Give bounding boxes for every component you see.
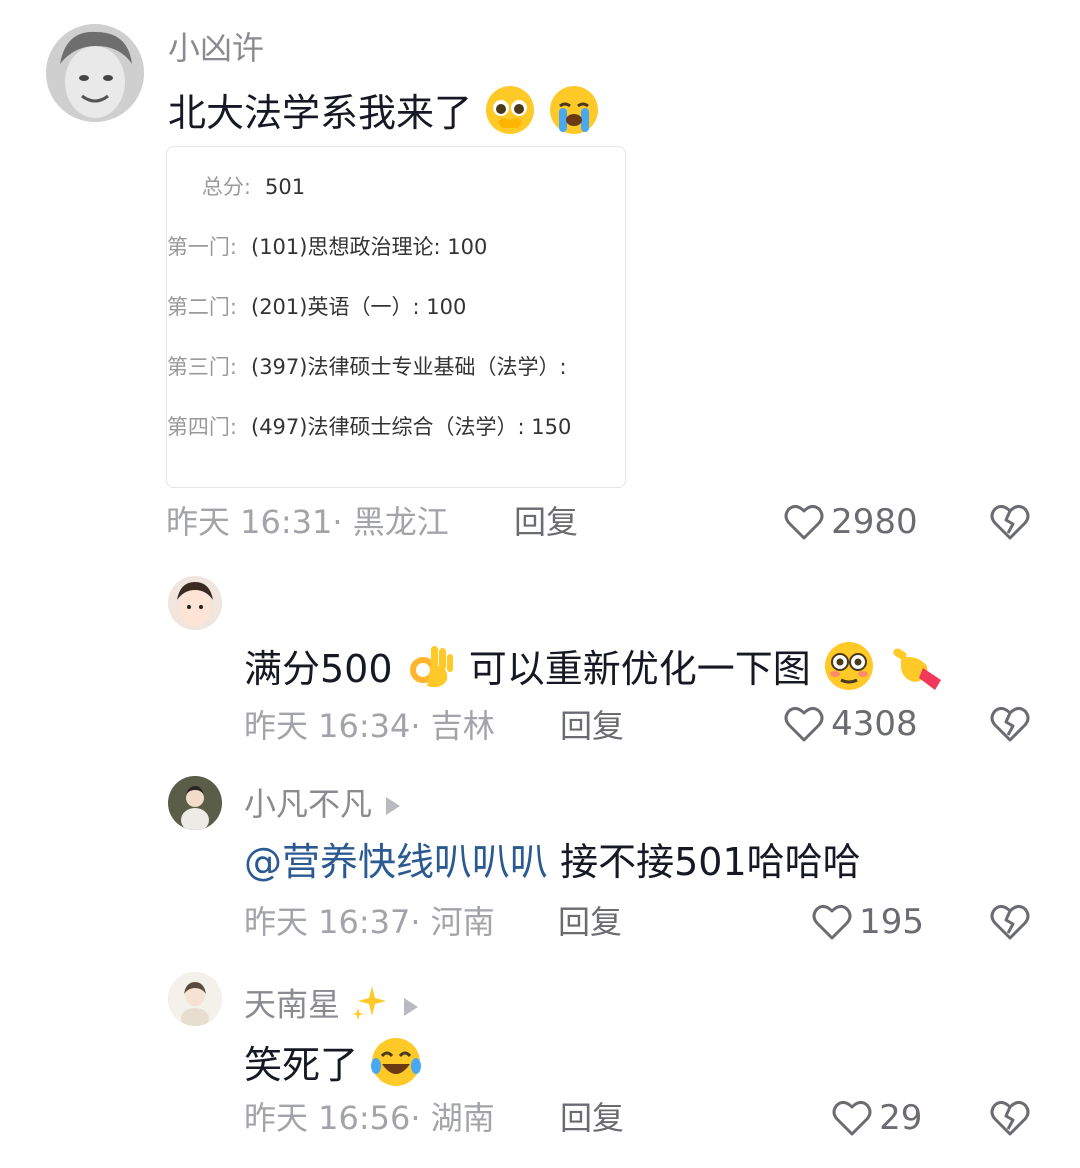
mention-link[interactable]: @营养快线叭叭叭: [244, 840, 548, 884]
broken-heart-icon: [990, 904, 1030, 940]
comment-text: 笑死了: [244, 1036, 422, 1099]
crying-face-icon: [548, 84, 600, 147]
like-button[interactable]: 195: [810, 900, 924, 944]
tears-of-joy-icon: [370, 1036, 422, 1099]
score-row: 第三门: (397)法律硕士专业基础（法学）:: [166, 355, 567, 379]
score-row: 总分: 501: [201, 175, 306, 199]
username[interactable]: 小凶许: [168, 28, 264, 68]
score-row: 第一门: (101)思想政治理论: 100: [166, 235, 488, 259]
comment-body: 满分500: [244, 647, 393, 691]
comment-body: 笑死了: [244, 1043, 359, 1087]
avatar[interactable]: [168, 776, 222, 830]
like-count: 4308: [831, 704, 918, 744]
broken-heart-icon: [990, 1100, 1030, 1136]
flushed-face-icon: [823, 640, 875, 703]
heart-icon: [812, 904, 852, 940]
dislike-button[interactable]: [988, 500, 1032, 548]
username[interactable]: 天南星: [244, 982, 419, 1031]
timestamp-location: 昨天 16:56· 湖南: [244, 1099, 495, 1137]
comment-body: 北大法学系我来了: [168, 91, 473, 135]
score-row: 第四门: (497)法律硕士综合（法学）: 150: [166, 415, 572, 439]
dislike-button[interactable]: [988, 1096, 1032, 1144]
dislike-button[interactable]: [988, 900, 1032, 948]
dislike-button[interactable]: [988, 702, 1032, 750]
pleading-face-icon: [484, 84, 536, 147]
like-count: 2980: [831, 502, 918, 542]
reply-arrow-icon: [404, 997, 419, 1016]
reply-button[interactable]: 回复: [558, 902, 622, 942]
avatar[interactable]: [46, 24, 144, 122]
timestamp-location: 昨天 16:37· 河南: [244, 903, 495, 941]
heart-icon: [784, 706, 824, 742]
like-button[interactable]: 4308: [782, 702, 918, 746]
like-count: 29: [879, 1098, 923, 1138]
score-image[interactable]: 总分: 501 第一门: (101)思想政治理论: 100 第二门: (201)英语（…: [166, 146, 626, 488]
reply-button[interactable]: 回复: [514, 502, 578, 542]
comment-text: @营养快线叭叭叭 接不接501哈哈哈: [244, 838, 861, 886]
score-row: 第二门: (201)英语（一）: 100: [166, 295, 467, 319]
reply-button[interactable]: 回复: [560, 1098, 624, 1138]
heart-icon: [832, 1100, 872, 1136]
avatar[interactable]: [168, 972, 222, 1026]
heart-icon: [784, 504, 824, 540]
comment-text: 满分500 可以重新优化一下图: [244, 640, 945, 703]
comment-text: 北大法学系我来了: [168, 84, 600, 147]
timestamp-location: 昨天 16:34· 吉林: [244, 707, 495, 745]
pointing-hand-icon: [887, 640, 945, 703]
timestamp-location: 昨天 16:31· 黑龙江: [166, 503, 449, 541]
broken-heart-icon: [990, 706, 1030, 742]
avatar[interactable]: [168, 576, 222, 630]
comment-body: 可以重新优化一下图: [468, 647, 811, 691]
sparkles-icon: [350, 982, 390, 1031]
broken-heart-icon: [990, 504, 1030, 540]
like-count: 195: [859, 902, 924, 942]
ok-hand-icon: [405, 640, 457, 703]
like-button[interactable]: 29: [830, 1096, 922, 1140]
like-button[interactable]: 2980: [782, 500, 918, 544]
reply-button[interactable]: 回复: [560, 706, 624, 746]
reply-arrow-icon: [386, 797, 401, 815]
username[interactable]: 小凡不凡: [244, 784, 401, 824]
comment-body: 接不接501哈哈哈: [548, 840, 861, 884]
